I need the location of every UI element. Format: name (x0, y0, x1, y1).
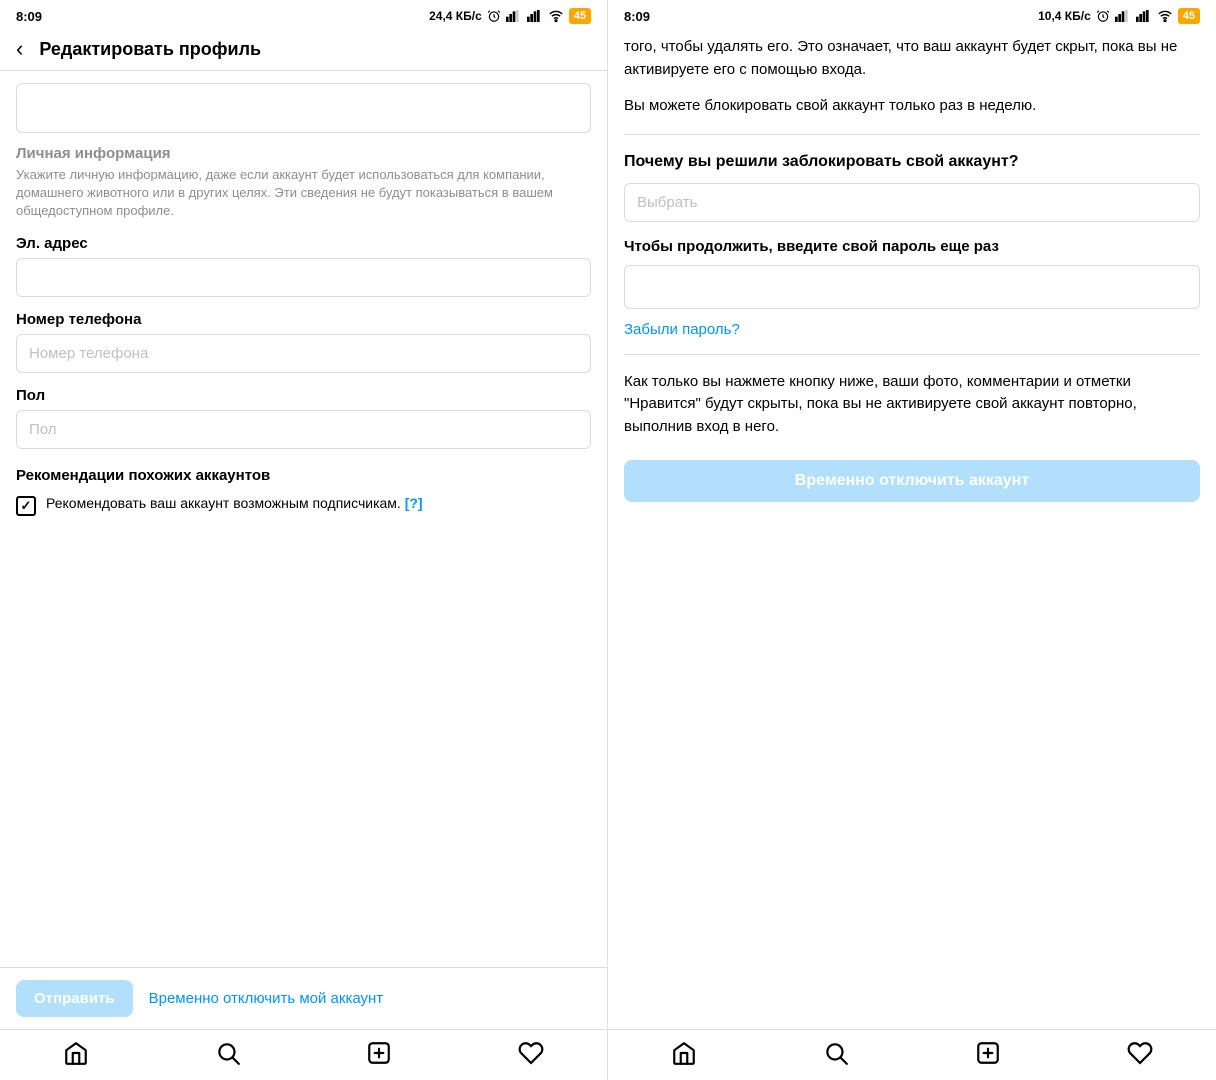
status-right-right: 10,4 КБ/с 45 (1038, 8, 1200, 24)
checkbox-row: ✓ Рекомендовать ваш аккаунт возможным по… (16, 494, 591, 516)
right-screen: 8:09 10,4 КБ/с 45 того, чтобы удалять ег… (608, 0, 1216, 1080)
bottom-nav-right (608, 1029, 1216, 1080)
network-speed-left: 24,4 КБ/с (429, 9, 482, 23)
wifi-icon (548, 9, 564, 23)
nav-home-left[interactable] (63, 1040, 89, 1066)
network-speed-right: 10,4 КБ/с (1038, 9, 1091, 23)
body-text-3: Как только вы нажмете кнопку ниже, ваши … (624, 371, 1200, 439)
password-label: Чтобы продолжить, введите свой пароль ещ… (624, 236, 1200, 257)
gender-label: Пол (16, 387, 591, 404)
recommend-checkbox[interactable]: ✓ (16, 496, 36, 516)
nav-search-left[interactable] (215, 1040, 241, 1066)
email-label: Эл. адрес (16, 235, 591, 252)
nav-heart-left[interactable] (518, 1040, 544, 1066)
forgot-password-link[interactable]: Забыли пароль? (624, 321, 1200, 338)
check-mark: ✓ (21, 498, 32, 514)
left-content: Личная информация Укажите личную информа… (0, 71, 607, 967)
phone-label: Номер телефона (16, 311, 591, 328)
top-input-field[interactable] (16, 83, 591, 133)
phone-input[interactable] (16, 334, 591, 373)
rec-title: Рекомендации похожих аккаунтов (16, 467, 591, 484)
battery-left: 45 (569, 8, 591, 24)
status-bar-left: 8:09 24,4 КБ/с 45 (0, 0, 607, 28)
status-bar-right: 8:09 10,4 КБ/с 45 (608, 0, 1216, 28)
nav-home-right[interactable] (671, 1040, 697, 1066)
time-left: 8:09 (16, 9, 42, 24)
signal-icon2-right (1136, 9, 1152, 23)
wifi-icon-right (1157, 9, 1173, 23)
nav-heart-right[interactable] (1127, 1040, 1153, 1066)
disable-account-button[interactable]: Временно отключить аккаунт (624, 460, 1200, 502)
alarm-icon (487, 9, 501, 23)
nav-add-right[interactable] (975, 1040, 1001, 1066)
divider-2 (624, 354, 1200, 355)
body-text-1: того, чтобы удалять его. Это означает, ч… (624, 36, 1200, 81)
action-row: Отправить Временно отключить мой аккаунт (0, 967, 607, 1029)
signal-icon (506, 9, 522, 23)
page-title: Редактировать профиль (39, 39, 261, 60)
right-content: того, чтобы удалять его. Это означает, ч… (608, 28, 1216, 1029)
signal-icon2 (527, 9, 543, 23)
personal-info-label: Личная информация (16, 145, 591, 162)
password-input[interactable] (624, 265, 1200, 309)
email-input[interactable] (16, 258, 591, 297)
header-left: ‹ Редактировать профиль (0, 28, 607, 71)
gender-input[interactable] (16, 410, 591, 449)
back-button[interactable]: ‹ (16, 38, 23, 60)
body-text-2: Вы можете блокировать свой аккаунт тольк… (624, 95, 1200, 118)
help-link[interactable]: [?] (405, 495, 423, 511)
alarm-icon-right (1096, 9, 1110, 23)
personal-info-desc: Укажите личную информацию, даже если акк… (16, 166, 591, 221)
battery-right: 45 (1178, 8, 1200, 24)
divider-1 (624, 134, 1200, 135)
time-right: 8:09 (624, 9, 650, 24)
nav-search-right[interactable] (823, 1040, 849, 1066)
disable-account-link[interactable]: Временно отключить мой аккаунт (149, 990, 384, 1007)
question-title: Почему вы решили заблокировать свой акка… (624, 151, 1200, 173)
bottom-nav-left (0, 1029, 607, 1080)
signal-icon-right (1115, 9, 1131, 23)
reason-select[interactable]: Выбрать (624, 183, 1200, 222)
status-right-left: 24,4 КБ/с 45 (429, 8, 591, 24)
checkbox-text: Рекомендовать ваш аккаунт возможным подп… (46, 494, 423, 514)
submit-button[interactable]: Отправить (16, 980, 133, 1017)
nav-add-left[interactable] (366, 1040, 392, 1066)
left-screen: 8:09 24,4 КБ/с 45 ‹ Редактировать профил… (0, 0, 608, 1080)
